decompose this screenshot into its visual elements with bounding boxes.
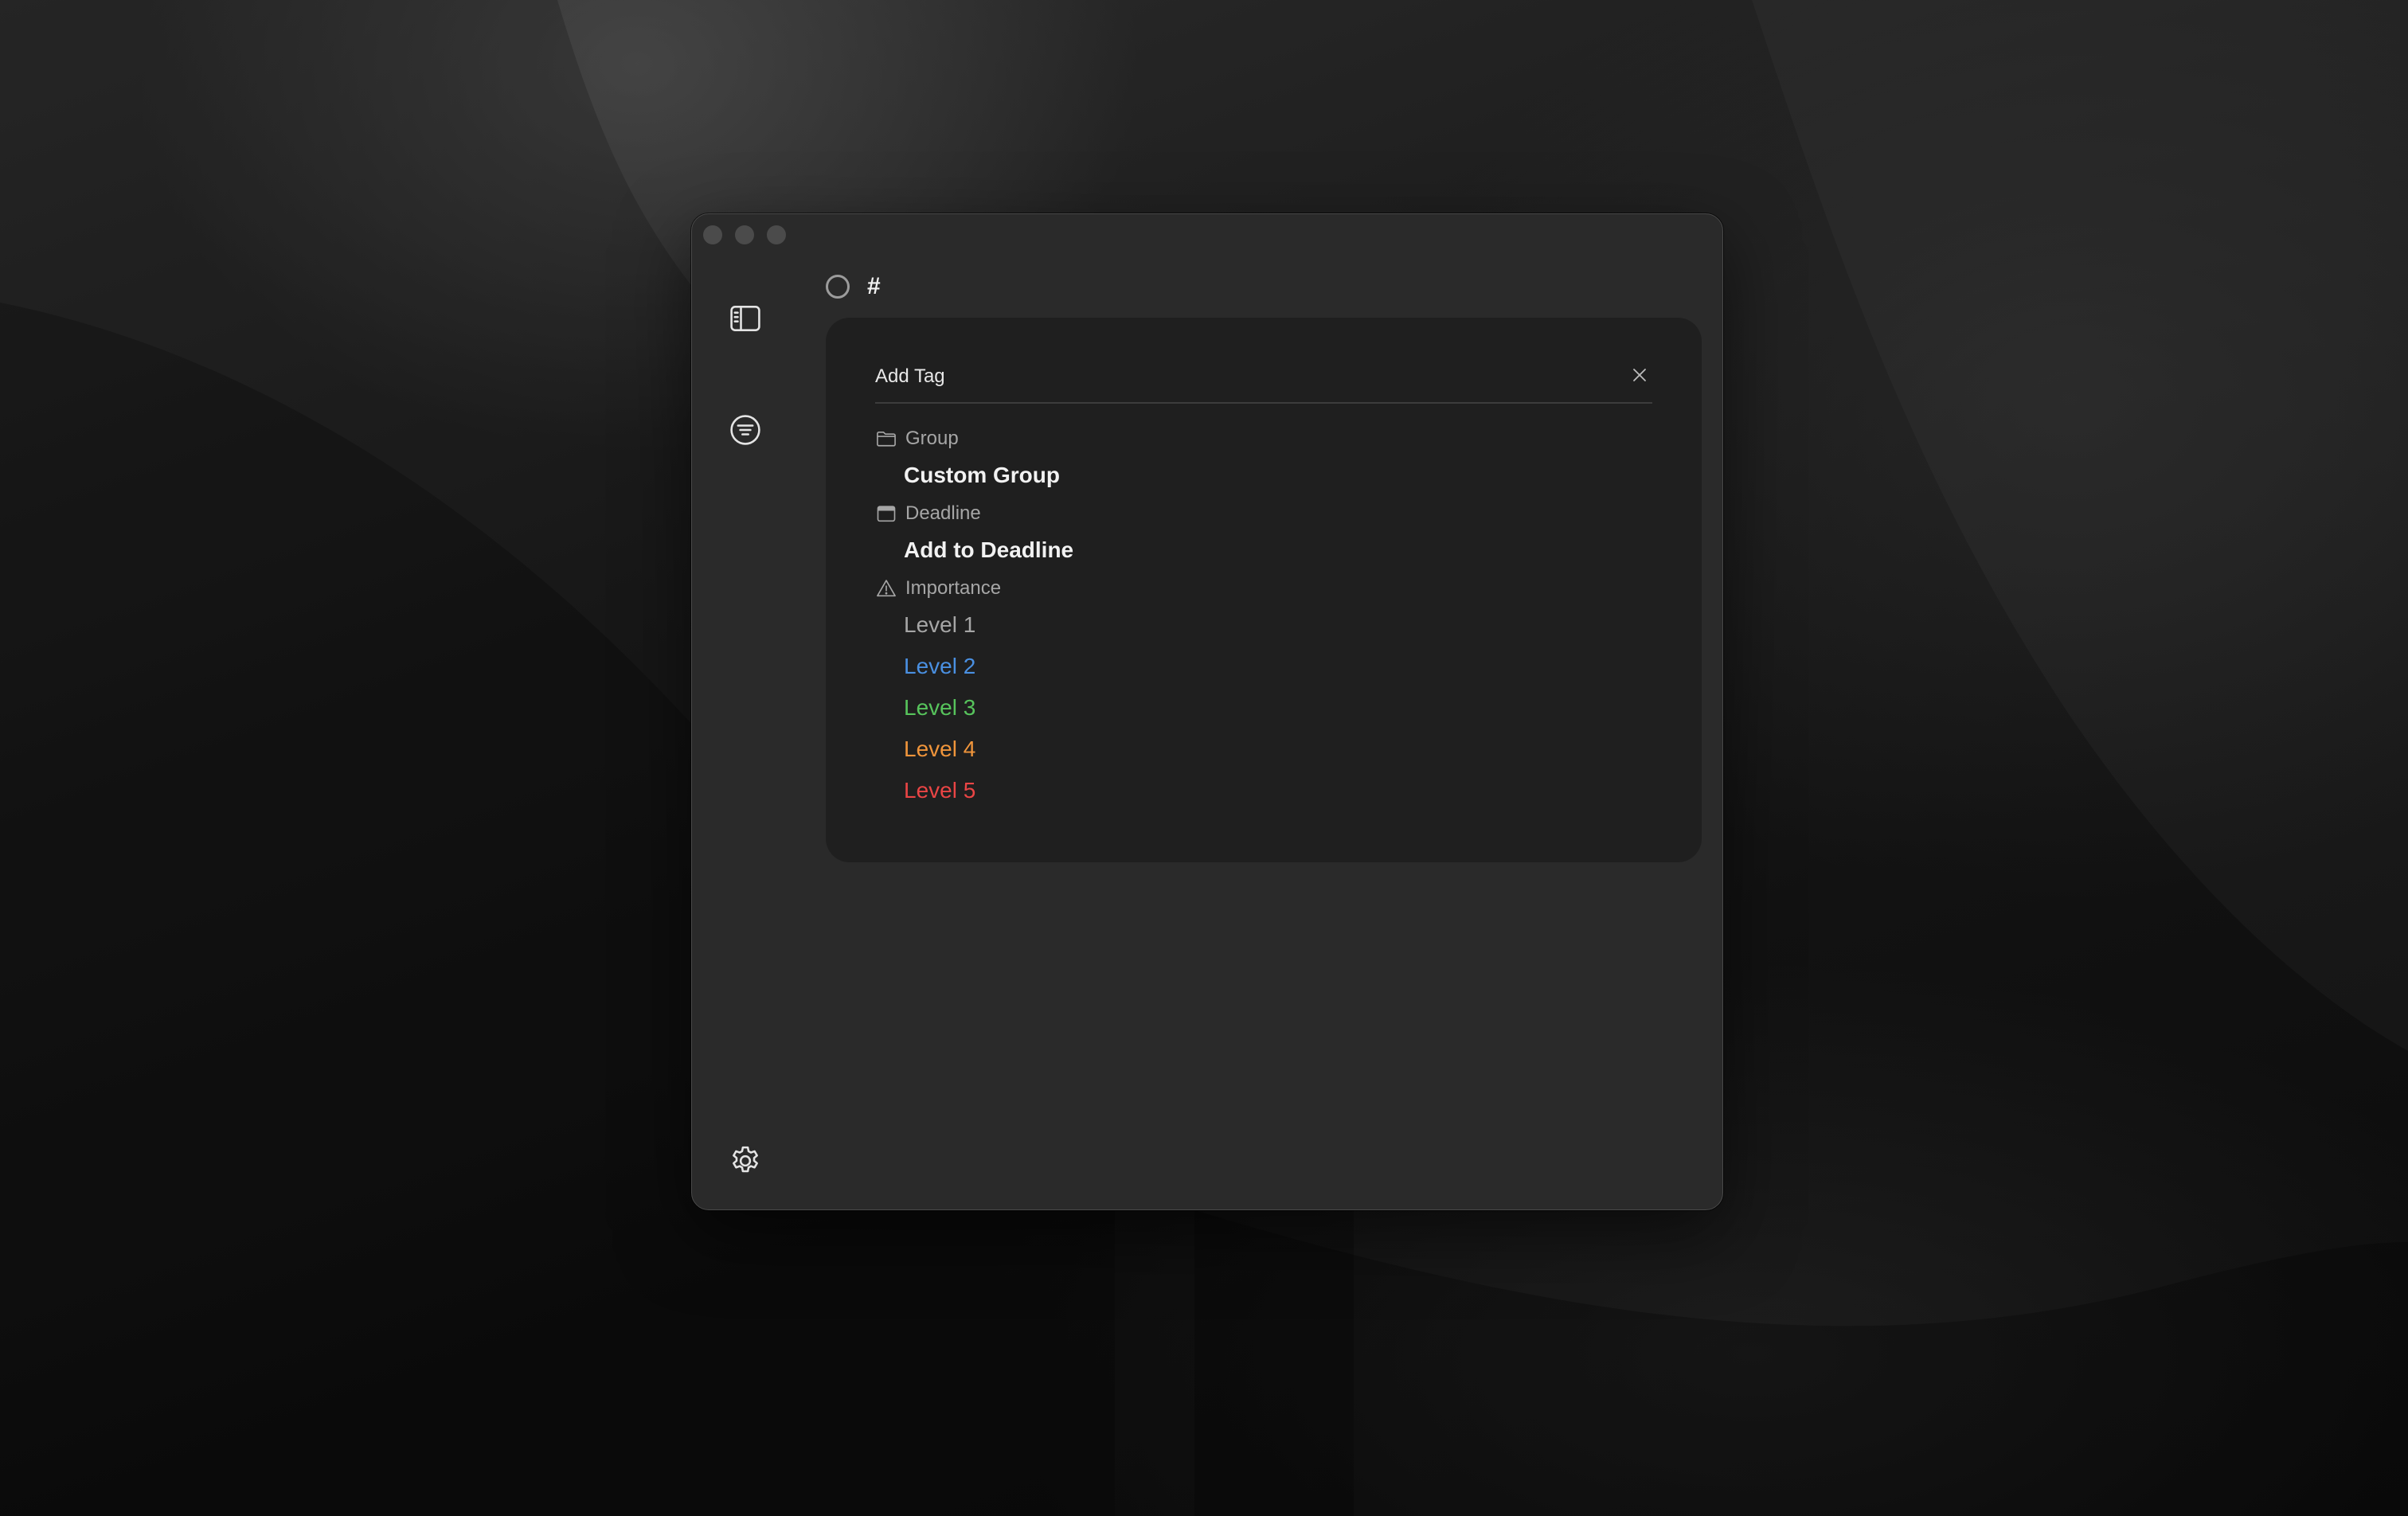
window-controls	[703, 225, 786, 244]
section-deadline-label: Deadline	[905, 502, 981, 524]
popover-header: Add Tag	[875, 361, 1652, 404]
popover-title: Add Tag	[875, 365, 945, 387]
option-custom-group[interactable]: Custom Group	[904, 463, 1060, 488]
add-tag-popover: Add Tag Group Custom Group Deadline Add …	[826, 318, 1702, 862]
task-input[interactable]: #	[867, 273, 881, 300]
folder-icon	[877, 432, 896, 447]
gear-icon	[733, 1146, 758, 1173]
section-importance-label: Importance	[905, 577, 1002, 599]
section-group-label: Group	[905, 428, 959, 449]
section-group-header: Group	[875, 428, 959, 450]
option-level-2[interactable]: Level 2	[904, 654, 975, 679]
option-level-4[interactable]: Level 4	[904, 737, 975, 762]
option-level-5[interactable]: Level 5	[904, 778, 975, 803]
close-icon	[1633, 369, 1646, 381]
option-level-3[interactable]: Level 3	[904, 695, 975, 721]
calendar-icon	[877, 506, 896, 522]
option-level-1[interactable]: Level 1	[904, 612, 975, 638]
app-window: # Add Tag Group Custom Group Deadline Ad…	[691, 213, 1723, 1210]
sidebar-toggle-button[interactable]	[727, 300, 764, 337]
section-importance-header: Importance	[875, 577, 1001, 600]
close-window-button[interactable]	[703, 225, 722, 244]
filter-button[interactable]	[727, 412, 764, 448]
task-row: #	[826, 273, 881, 300]
zoom-window-button[interactable]	[767, 225, 786, 244]
settings-button[interactable]	[727, 1143, 764, 1179]
section-deadline-header: Deadline	[875, 502, 981, 525]
option-add-to-deadline[interactable]: Add to Deadline	[904, 537, 1073, 563]
close-popover-button[interactable]	[1627, 362, 1652, 388]
filter-icon	[730, 415, 760, 445]
sidebar-icon	[730, 306, 760, 331]
task-checkbox[interactable]	[826, 275, 850, 299]
minimize-window-button[interactable]	[735, 225, 754, 244]
warning-icon	[877, 580, 896, 597]
